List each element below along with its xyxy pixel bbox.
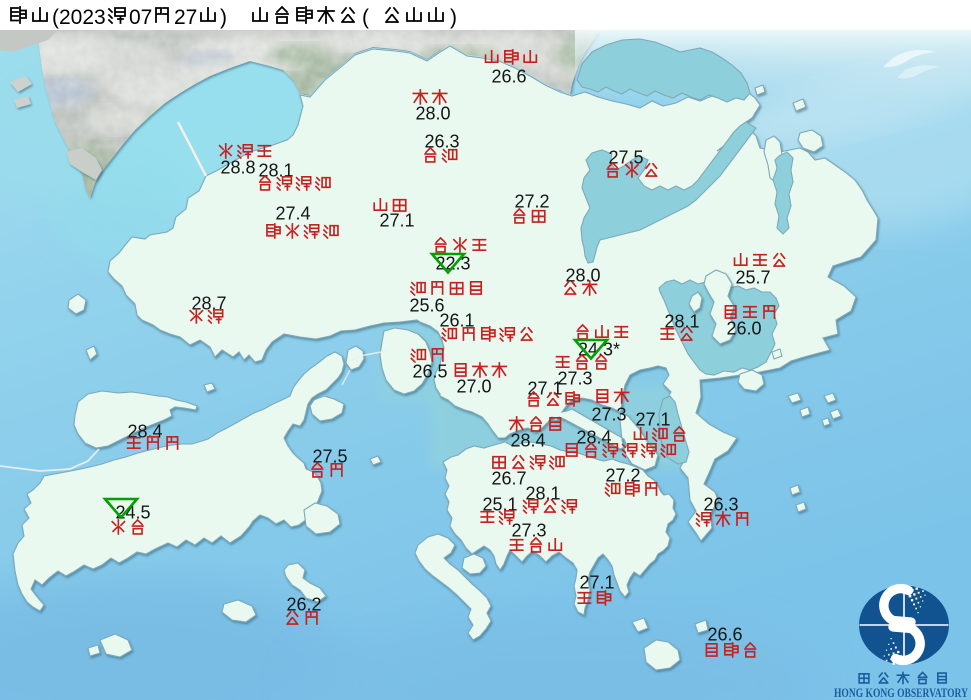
svg-text:(: ( — [362, 6, 369, 29]
svg-text:26.6: 26.6 — [491, 67, 526, 87]
svg-text:07: 07 — [129, 6, 152, 29]
svg-text:26.7: 26.7 — [491, 469, 526, 489]
svg-text:(2023: (2023 — [52, 6, 106, 29]
svg-text:): ) — [450, 6, 457, 29]
svg-text:26.5: 26.5 — [412, 362, 447, 382]
svg-text:27.0: 27.0 — [456, 377, 491, 397]
svg-text:27.1: 27.1 — [635, 410, 670, 430]
svg-text:27.1: 27.1 — [579, 573, 614, 593]
svg-text:27.3: 27.3 — [557, 369, 592, 389]
svg-text:): ) — [220, 6, 227, 29]
svg-text:27.3: 27.3 — [511, 521, 546, 541]
svg-text:28.8: 28.8 — [220, 158, 255, 178]
svg-text:27: 27 — [174, 6, 197, 29]
svg-text:27.3: 27.3 — [591, 405, 626, 425]
svg-text:28.4: 28.4 — [510, 431, 545, 451]
svg-text:26.3: 26.3 — [703, 495, 738, 515]
svg-text:26.0: 26.0 — [726, 319, 761, 339]
svg-text:28.0: 28.0 — [565, 266, 600, 286]
svg-text:HONG KONG OBSERVATORY: HONG KONG OBSERVATORY — [834, 685, 968, 700]
svg-text:28.4: 28.4 — [576, 428, 611, 448]
svg-text:27.4: 27.4 — [275, 204, 310, 224]
svg-text:27.2: 27.2 — [605, 466, 640, 486]
svg-text:25.7: 25.7 — [735, 268, 770, 288]
svg-text:28.0: 28.0 — [415, 104, 450, 124]
svg-text:27.1: 27.1 — [379, 211, 414, 231]
svg-text:26.6: 26.6 — [707, 625, 742, 645]
